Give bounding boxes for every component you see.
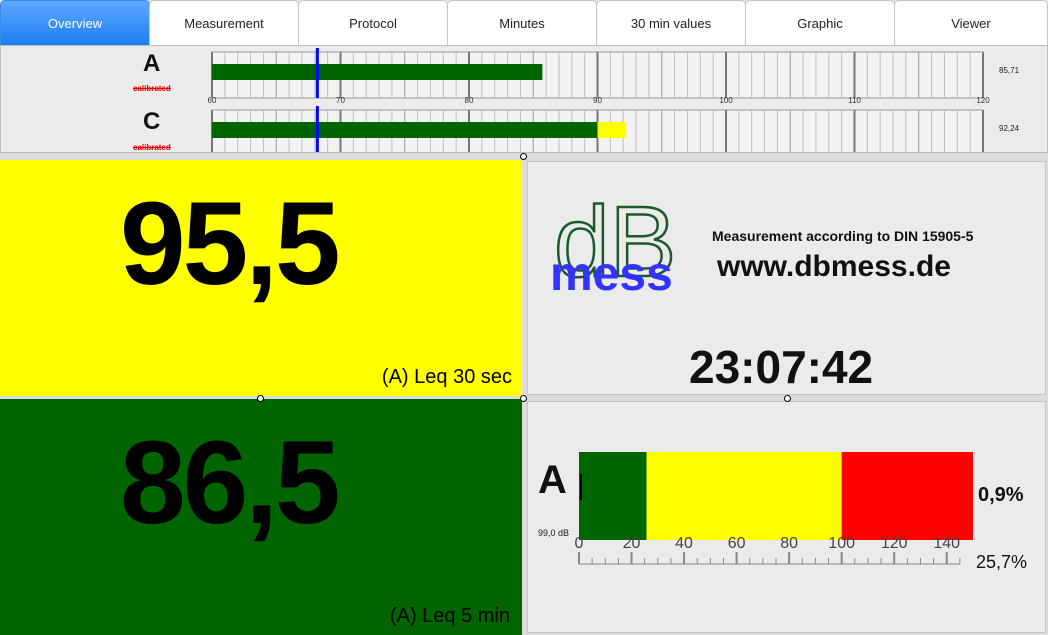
bar-percent-top: 0,9% [978, 484, 1024, 506]
meter-scale-label: 60 [208, 96, 217, 105]
clock-time: 23:07:42 [689, 341, 874, 393]
bar-segment-yellow [646, 452, 842, 540]
tab-measurement[interactable]: Measurement [149, 0, 299, 45]
leq-5-min-value: 86,5 [120, 417, 341, 549]
tab-bar: Overview Measurement Protocol Minutes 30… [0, 0, 1048, 45]
meter-c-letter: C [143, 108, 161, 135]
meter-level-bar-warning [597, 122, 627, 138]
splitter-handle[interactable] [520, 395, 527, 402]
bar-axis-label: 140 [933, 535, 960, 552]
splitter-handle[interactable] [257, 395, 264, 402]
meter-c-readout: 92,24 [999, 124, 1020, 133]
leq-5-min-panel: 86,5 (A) Leq 5 min [0, 399, 522, 635]
leq-5-min-label: (A) Leq 5 min [389, 605, 510, 627]
leq-30-sec-value: 95,5 [120, 178, 341, 310]
din-headline: Measurement according to DIN 15905-5 [712, 228, 974, 244]
bar-axis-label: 40 [675, 535, 693, 552]
meter-scale-label: 80 [465, 96, 474, 105]
exposure-bar-panel: 0 20 40 60 80 100 120 140 A 99,0 dB 0,9% 25,7% [527, 401, 1046, 633]
logo-mess-text: mess [550, 248, 673, 301]
meter-scale-label: 100 [719, 96, 733, 105]
meter-c-status: calibrated [133, 143, 171, 152]
meter-level-bar [212, 122, 598, 138]
meter-a-letter: A [143, 50, 161, 77]
leq-30-sec-label: (A) Leq 30 sec [381, 366, 512, 388]
bar-letter: A [538, 458, 567, 502]
tab-protocol[interactable]: Protocol [298, 0, 448, 45]
website-text: www.dbmess.de [717, 250, 951, 283]
meter-a-status: calibrated [133, 84, 171, 93]
dbmess-logo: dB mess [550, 192, 678, 301]
tab-viewer[interactable]: Viewer [894, 0, 1048, 45]
splitter-handle[interactable] [520, 153, 527, 160]
bar-axis-label: 80 [780, 535, 798, 552]
tab-30-min-values[interactable]: 30 min values [596, 0, 746, 45]
bar-axis-label: 120 [881, 535, 908, 552]
bar-percent-bottom: 25,7% [976, 552, 1028, 572]
bar-level-label: 99,0 dB [538, 528, 570, 538]
bar-segment-green [579, 452, 647, 540]
tab-graphic[interactable]: Graphic [745, 0, 895, 45]
bar-segment-red [841, 452, 973, 540]
splitter-handle[interactable] [784, 395, 791, 402]
level-meter-panel: 60 70 80 90 100 110 120 A calibrated 85,71 C c… [0, 45, 1048, 153]
tab-minutes[interactable]: Minutes [447, 0, 597, 45]
tab-overview[interactable]: Overview [0, 0, 150, 45]
bar-axis-label: 100 [828, 535, 855, 552]
meter-scale-label: 70 [336, 96, 345, 105]
meter-scale-label: 110 [848, 96, 861, 105]
logo-clock-panel: dB mess Measurement according to DIN 159… [527, 161, 1046, 395]
meter-scale-label: 90 [593, 96, 602, 105]
exposure-bar-chart: 0 20 40 60 80 100 120 140 [575, 452, 973, 565]
meter-level-bar [212, 64, 543, 80]
meter-scale-label: 120 [976, 96, 990, 105]
bar-axis-label: 20 [623, 535, 641, 552]
bar-axis-label: 60 [728, 535, 746, 552]
leq-30-sec-panel: 95,5 (A) Leq 30 sec [0, 160, 522, 396]
bar-axis-label: 0 [575, 535, 584, 552]
meter-a-readout: 85,71 [999, 66, 1020, 75]
